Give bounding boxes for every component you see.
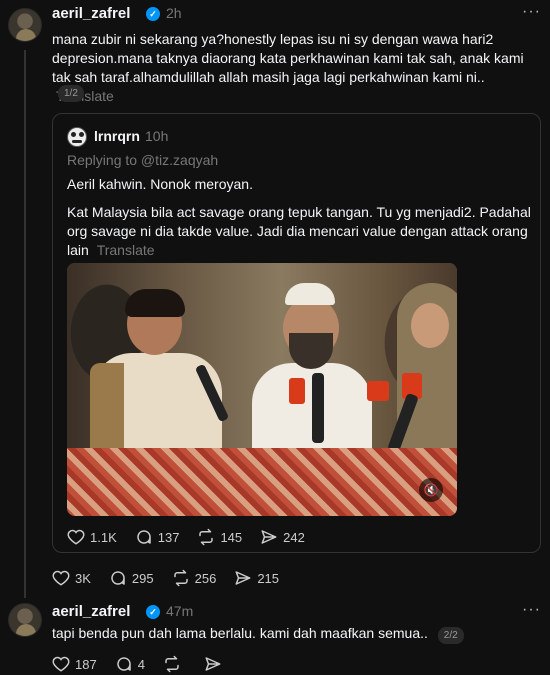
share-icon [261, 530, 277, 544]
post-actions: 187 4 [52, 655, 245, 673]
post-actions: 3K 295 256 215 [52, 569, 297, 587]
post-text: mana zubir ni sekarang ya?honestly lepas… [52, 30, 542, 106]
comment-count: 295 [131, 570, 154, 586]
verified-check-icon: ✓ [146, 605, 160, 619]
comment-button[interactable]: 295 [109, 569, 154, 587]
repost-count: 145 [220, 529, 243, 545]
translate-link[interactable]: Translate [97, 242, 155, 258]
share-count: 215 [257, 570, 280, 586]
share-button[interactable] [204, 655, 227, 673]
comment-button[interactable]: 4 [115, 655, 145, 673]
video-person-left [90, 289, 222, 473]
post-timestamp: 47m [166, 603, 194, 619]
like-button[interactable]: 3K [52, 569, 91, 587]
share-count: 242 [283, 529, 305, 545]
thread-line [24, 50, 26, 598]
comment-icon [111, 571, 125, 585]
like-count: 3K [75, 570, 91, 586]
post-body: mana zubir ni sekarang ya?honestly lepas… [52, 31, 524, 85]
comment-icon [117, 657, 131, 671]
repost-button[interactable] [163, 655, 186, 673]
share-button[interactable]: 215 [234, 569, 279, 587]
video-thumbnail[interactable]: 🔇 [67, 263, 457, 516]
repost-icon [173, 569, 188, 587]
repost-icon [199, 528, 214, 546]
microphone [312, 373, 324, 443]
microphone-red [289, 378, 305, 404]
like-count: 1.1K [90, 529, 117, 545]
page-badge: 1/2 [58, 85, 84, 102]
video-table-cloth [67, 448, 457, 516]
quoted-text: Kat Malaysia bila act savage orang tepuk… [67, 203, 532, 260]
avatar[interactable] [8, 603, 42, 637]
page-badge: 2/2 [437, 627, 464, 644]
share-button[interactable]: 242 [260, 528, 305, 546]
like-count: 187 [75, 656, 97, 672]
microphone-red [367, 381, 389, 401]
comment-button[interactable]: 137 [135, 528, 180, 546]
more-dots-icon[interactable]: ··· [522, 602, 541, 618]
like-button[interactable]: 187 [52, 655, 97, 673]
repost-button[interactable]: 256 [172, 569, 217, 587]
repost-count: 256 [194, 570, 217, 586]
heart-icon [52, 656, 70, 672]
heart-icon [52, 570, 70, 586]
comment-count: 137 [157, 529, 180, 545]
avatar[interactable] [8, 8, 42, 42]
post-timestamp: 2h [166, 5, 182, 21]
quoted-avatar[interactable] [67, 127, 87, 147]
heart-icon [67, 529, 85, 545]
quoted-line-1: Aeril kahwin. Nonok meroyan. [67, 176, 253, 192]
post-author-username[interactable]: aeril_zafrel [52, 5, 130, 22]
share-icon [205, 657, 221, 671]
quoted-timestamp: 10h [145, 128, 169, 144]
post-text: tapi benda pun dah lama berlalu. kami da… [52, 624, 522, 644]
like-button[interactable]: 1.1K [67, 528, 117, 546]
comment-count: 4 [137, 656, 145, 672]
replying-to-label[interactable]: Replying to @tiz.zaqyah [67, 152, 218, 168]
repost-button[interactable]: 145 [197, 528, 242, 546]
verified-check-icon: ✓ [146, 7, 160, 21]
post-author-username[interactable]: aeril_zafrel [52, 603, 130, 620]
muted-speaker-icon[interactable]: 🔇 [419, 478, 443, 502]
quoted-actions: 1.1K 137 145 242 [67, 528, 323, 546]
post-body: tapi benda pun dah lama berlalu. kami da… [52, 625, 428, 641]
more-dots-icon[interactable]: ··· [522, 4, 541, 20]
comment-icon [137, 530, 151, 544]
quoted-username[interactable]: lrnrqrn [94, 128, 140, 144]
quoted-post[interactable]: lrnrqrn 10h Replying to @tiz.zaqyah Aeri… [52, 113, 541, 553]
share-icon [235, 571, 251, 585]
repost-icon [165, 655, 179, 673]
